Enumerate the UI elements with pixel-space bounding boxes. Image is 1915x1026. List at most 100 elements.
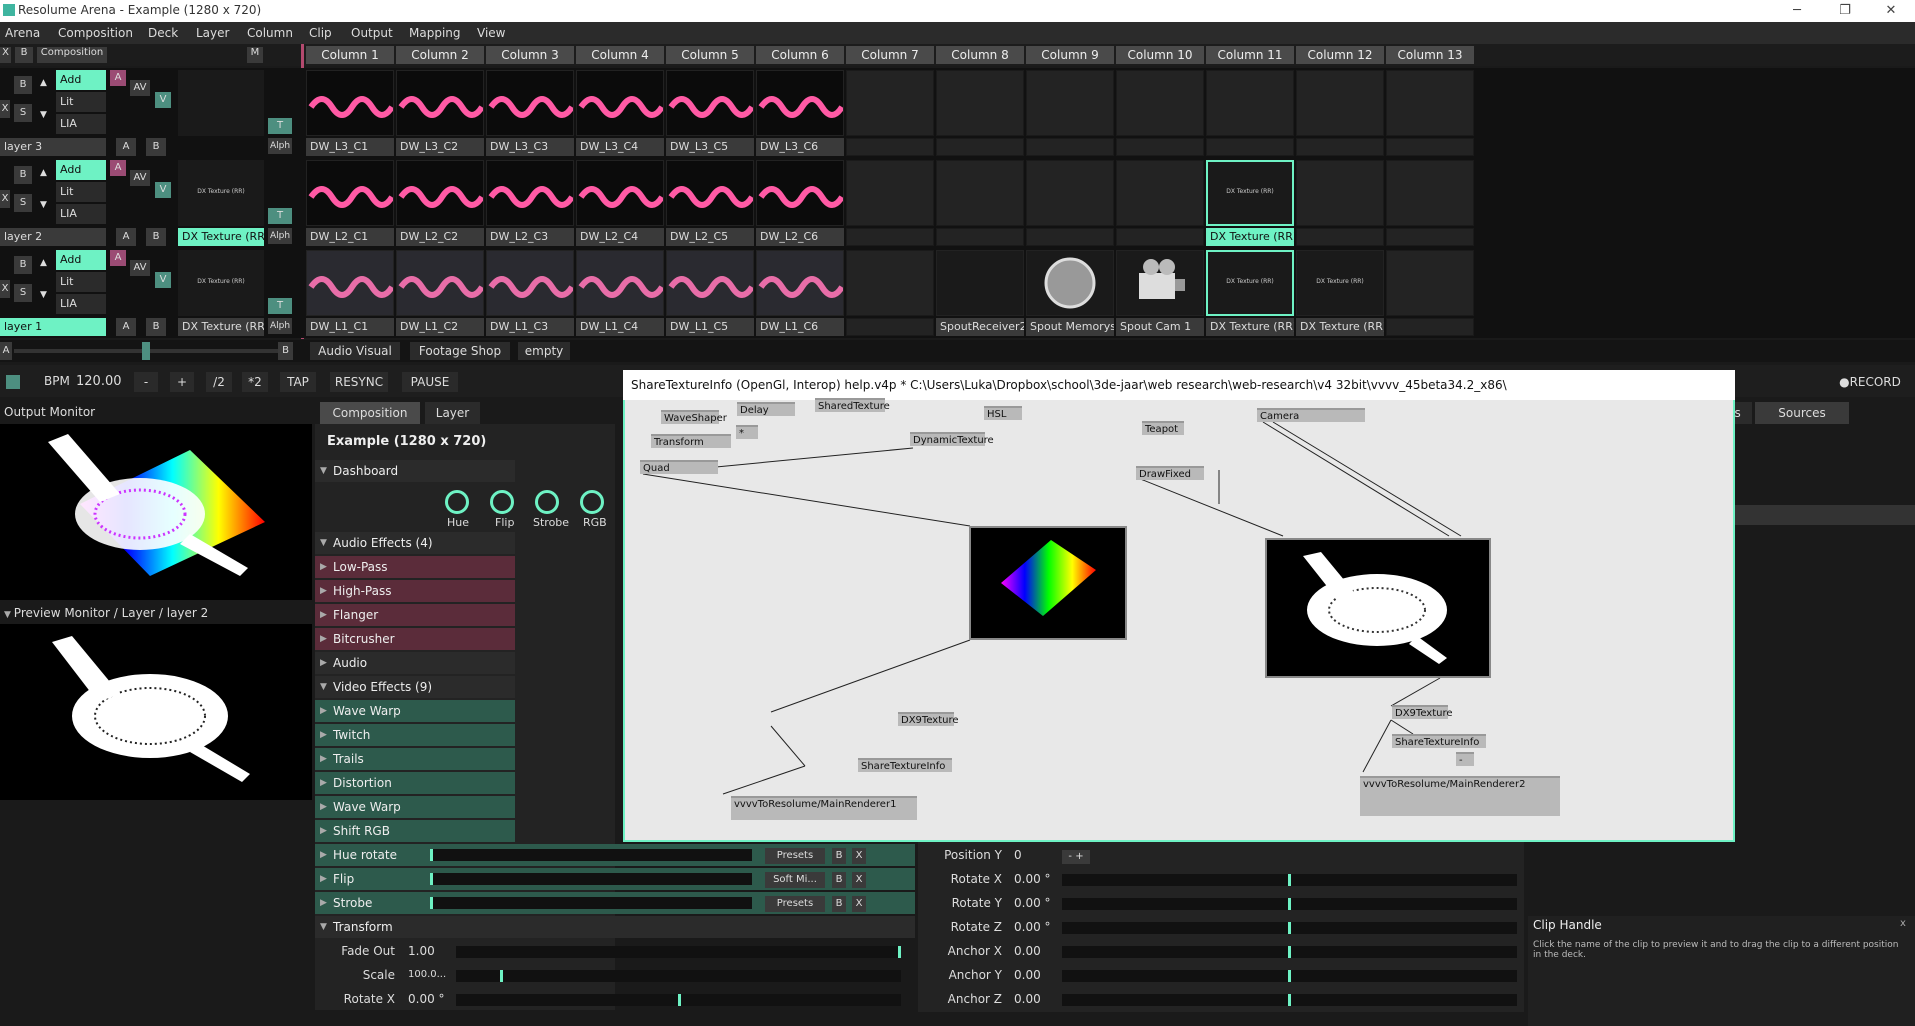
audio-effects-header[interactable]: ▼ Audio Effects (4) — [315, 532, 515, 554]
fx-wave-warp-2[interactable]: ▶ Wave Warp — [315, 796, 515, 818]
clip-thumb[interactable] — [576, 70, 664, 136]
menu-composition[interactable]: Composition — [58, 26, 133, 40]
clip-name[interactable]: DW_L2_C6 — [756, 228, 844, 246]
record-button[interactable]: ●RECORD — [1832, 372, 1908, 392]
node-sharetextureinfo-2[interactable]: ShareTextureInfo — [1392, 734, 1486, 748]
flip-remove[interactable]: X — [852, 872, 866, 888]
fx-audio[interactable]: ▶ Audio — [315, 652, 515, 674]
layer-transition-button[interactable]: T — [268, 208, 292, 224]
rotate-x-value[interactable]: 0.00 ° — [408, 988, 445, 1010]
clip-thumb[interactable] — [1386, 250, 1474, 316]
param-value[interactable]: 0.00 ° — [1014, 892, 1051, 914]
clip-name[interactable]: DW_L1_C5 — [666, 318, 754, 336]
clip-thumb[interactable] — [576, 160, 664, 226]
column-header-8[interactable]: Column 8 — [936, 46, 1024, 64]
clip-name[interactable]: Spout Memorysh... — [1026, 318, 1114, 336]
param-value[interactable]: 0.00 ° — [1014, 868, 1051, 890]
layer-down-icon[interactable]: ▼ — [40, 110, 47, 120]
clip-name[interactable]: DW_L1_C6 — [756, 318, 844, 336]
node-sharetextureinfo-1[interactable]: ShareTextureInfo — [858, 758, 952, 772]
param-value[interactable]: 0.00 — [1014, 988, 1041, 1010]
deck-tab-empty[interactable]: empty — [518, 342, 570, 360]
resync-button[interactable]: RESYNC — [330, 372, 388, 392]
blend-mode-select[interactable]: Add — [56, 70, 106, 90]
column-header-11[interactable]: Column 11 — [1206, 46, 1294, 64]
node-dx9texture-1[interactable]: DX9Texture — [898, 712, 959, 726]
layer-clear-button[interactable]: X — [0, 280, 10, 298]
clip-name[interactable]: DW_L1_C1 — [306, 318, 394, 336]
sources-selected-row[interactable] — [1735, 505, 1915, 525]
scale-slider-handle[interactable] — [500, 970, 503, 982]
column-header-13[interactable]: Column 13 — [1386, 46, 1474, 64]
flip-presets[interactable]: Soft Mi... — [765, 872, 825, 888]
param-value[interactable]: 0.00 — [1014, 940, 1041, 962]
clip-thumb[interactable] — [846, 160, 934, 226]
clip-thumb[interactable] — [1116, 250, 1204, 316]
collapse-arrow-icon[interactable]: ▼ — [4, 610, 14, 620]
bpm-value[interactable]: 120.00 — [76, 374, 122, 389]
clip-name[interactable] — [1116, 138, 1204, 156]
layer-v-button[interactable]: V — [155, 92, 171, 108]
layer-solo-button[interactable]: S — [14, 194, 32, 212]
clip-name[interactable] — [1026, 138, 1114, 156]
layer-alpha-button[interactable]: Alph — [268, 318, 292, 334]
param-slider-handle[interactable] — [1288, 898, 1291, 910]
clip-name[interactable]: DW_L2_C5 — [666, 228, 754, 246]
clip-thumb[interactable] — [1116, 160, 1204, 226]
param-slider-handle[interactable] — [1288, 874, 1291, 886]
clip-thumb[interactable] — [396, 250, 484, 316]
strobe-remove[interactable]: X — [852, 896, 866, 912]
deck-tab-footage-shop[interactable]: Footage Shop — [410, 342, 510, 360]
deck-b-button[interactable]: B — [278, 342, 293, 360]
clip-thumb[interactable] — [846, 70, 934, 136]
layer-down-icon[interactable]: ▼ — [40, 290, 47, 300]
layer-a-button[interactable]: A — [110, 250, 126, 266]
layer-up-icon[interactable]: ▲ — [40, 258, 47, 268]
minimize-button[interactable]: ─ — [1774, 0, 1820, 22]
clip-name[interactable]: DW_L2_C2 — [396, 228, 484, 246]
clip-thumb[interactable] — [306, 250, 394, 316]
clip-name[interactable] — [1026, 228, 1114, 246]
composition-button[interactable]: Composition — [37, 47, 107, 63]
layer-transition-button[interactable]: T — [268, 118, 292, 134]
clip-name[interactable] — [1386, 318, 1474, 336]
menu-arena[interactable]: Arena — [5, 26, 40, 40]
clip-name[interactable]: DW_L2_C1 — [306, 228, 394, 246]
scale-slider[interactable] — [456, 970, 901, 982]
fx-flanger[interactable]: ▶ Flanger — [315, 604, 515, 626]
node-dynamictexture[interactable]: DynamicTexture — [910, 432, 994, 446]
master-button[interactable]: M — [247, 47, 263, 63]
node-hsl[interactable]: HSL — [984, 406, 1022, 420]
clip-name[interactable]: DW_L3_C2 — [396, 138, 484, 156]
clip-thumb[interactable] — [486, 160, 574, 226]
fx-low-pass[interactable]: ▶ Low-Pass — [315, 556, 515, 578]
param-slider-handle[interactable] — [1288, 970, 1291, 982]
column-header-7[interactable]: Column 7 — [846, 46, 934, 64]
clear-all-button[interactable]: X — [0, 47, 11, 63]
flip-bypass[interactable]: B — [832, 872, 846, 888]
video-effects-header[interactable]: ▼ Video Effects (9) — [315, 676, 515, 698]
hue-knob[interactable] — [445, 490, 469, 514]
clip-thumb[interactable] — [1206, 70, 1294, 136]
menu-layer[interactable]: Layer — [196, 26, 229, 40]
layer-v-button[interactable]: V — [155, 272, 171, 288]
clip-thumb[interactable] — [576, 250, 664, 316]
renderer-2-preview[interactable] — [1265, 538, 1491, 678]
node-mainrenderer1[interactable]: vvvvToResolume/MainRenderer1 — [731, 796, 917, 820]
tap-button[interactable]: TAP — [280, 372, 316, 392]
strobe-bypass[interactable]: B — [832, 896, 846, 912]
layer-crossfade-b[interactable]: B — [146, 318, 166, 336]
strobe-slider[interactable] — [430, 897, 752, 909]
bpm-half-button[interactable]: /2 — [206, 372, 232, 392]
renderer-1-preview[interactable] — [969, 526, 1127, 640]
deck-a-button[interactable]: A — [0, 342, 12, 360]
layer-up-icon[interactable]: ▲ — [40, 168, 47, 178]
fx-twitch[interactable]: ▶ Twitch — [315, 724, 515, 746]
clip-name[interactable] — [1296, 138, 1384, 156]
dashboard-header[interactable]: ▼ Dashboard — [315, 460, 515, 482]
clip-name[interactable]: DW_L3_C6 — [756, 138, 844, 156]
fx-distortion[interactable]: ▶ Distortion — [315, 772, 515, 794]
flip-slider[interactable] — [430, 873, 752, 885]
tab-sources[interactable]: Sources — [1755, 402, 1849, 424]
layer-crossfade-b[interactable]: B — [146, 228, 166, 246]
